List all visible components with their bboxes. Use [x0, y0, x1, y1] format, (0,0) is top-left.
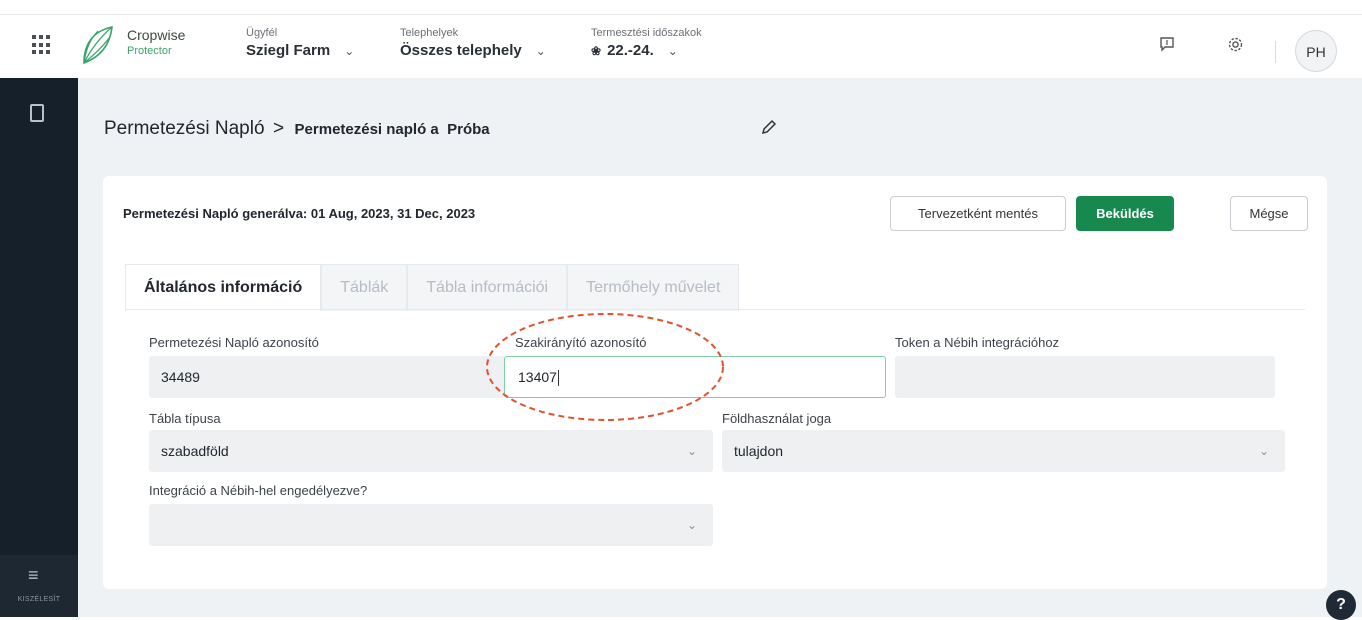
- chevron-down-icon: ⌄: [667, 44, 678, 58]
- header-divider: [1275, 41, 1276, 63]
- sidebar: ≡ KISZÉLESÍT: [0, 78, 78, 617]
- integration-label: Integráció a Nébih-hel engedélyezve?: [149, 483, 368, 498]
- token-field[interactable]: [895, 356, 1275, 398]
- chevron-down-icon: ⌄: [686, 518, 697, 532]
- chevron-down-icon: ⌄: [344, 44, 355, 58]
- integration-select[interactable]: ⌄: [149, 504, 713, 546]
- season-value: 22.-24.: [607, 42, 654, 59]
- tab-table-info[interactable]: Tábla információi: [407, 264, 568, 311]
- chevron-down-icon: ⌄: [1258, 444, 1269, 458]
- page-title: Permetezési napló a Próba: [294, 121, 490, 138]
- land-use-select[interactable]: tulajdon ⌄: [722, 430, 1285, 472]
- sprout-icon: ❀: [591, 44, 602, 58]
- help-button[interactable]: ?: [1326, 590, 1356, 620]
- field-type-value: szabadföld: [161, 443, 229, 459]
- field-type-label: Tábla típusa: [149, 411, 221, 426]
- season-label: Termesztési időszakok: [591, 27, 702, 39]
- edit-pencil-icon[interactable]: [760, 118, 778, 141]
- client-value: Sziegl Farm: [246, 42, 331, 59]
- season-selector[interactable]: Termesztési időszakok ❀ 22.-24. ⌄: [591, 27, 702, 62]
- cancel-button[interactable]: Mégse: [1230, 196, 1308, 231]
- breadcrumb-separator: >: [272, 118, 285, 139]
- tab-bar: Általános információ Táblák Tábla inform…: [125, 264, 740, 311]
- sites-label: Telephelyek: [400, 27, 459, 39]
- generated-info: Permetezési Napló generálva: 01 Aug, 202…: [123, 206, 476, 221]
- save-draft-button[interactable]: Tervezetként mentés: [890, 196, 1066, 231]
- top-bar: Cropwise Protector Ügyfél Sziegl Farm ⌄ T…: [0, 14, 1362, 79]
- land-use-label: Földhasználat joga: [722, 411, 832, 426]
- tab-site-operation[interactable]: Termőhely művelet: [567, 264, 740, 311]
- log-id-label: Permetezési Napló azonosító: [149, 335, 319, 350]
- logo-name: Cropwise: [127, 27, 186, 43]
- log-id-field[interactable]: 34489: [149, 356, 505, 398]
- expand-menu-icon: ≡: [28, 565, 39, 585]
- settings-icon[interactable]: [1227, 36, 1244, 58]
- client-selector[interactable]: Ügyfél Sziegl Farm ⌄: [246, 27, 354, 62]
- feedback-icon[interactable]: [1159, 36, 1175, 57]
- sites-value: Összes telephely: [400, 42, 522, 59]
- breadcrumb: Permetezési Napló > Permetezési napló a …: [104, 118, 490, 140]
- annotation-ellipse: [486, 313, 724, 421]
- avatar[interactable]: PH: [1295, 30, 1337, 72]
- sites-selector[interactable]: Telephelyek Összes telephely ⌄: [400, 27, 546, 62]
- tab-tables[interactable]: Táblák: [321, 264, 408, 311]
- logo-subname: Protector: [127, 45, 172, 57]
- chevron-down-icon: ⌄: [686, 444, 697, 458]
- cropwise-leaf-icon: [83, 25, 113, 65]
- apps-grid-icon[interactable]: [32, 35, 52, 55]
- sidebar-expand[interactable]: ≡ KISZÉLESÍT: [0, 555, 78, 617]
- logbook-icon[interactable]: [30, 104, 44, 122]
- token-label: Token a Nébih integrációhoz: [895, 335, 1060, 350]
- land-use-value: tulajdon: [734, 443, 784, 459]
- submit-button[interactable]: Beküldés: [1076, 196, 1174, 231]
- expand-label: KISZÉLESÍT: [17, 596, 61, 603]
- tab-general-info[interactable]: Általános információ: [125, 264, 322, 311]
- client-label: Ügyfél: [246, 27, 278, 39]
- field-type-select[interactable]: szabadföld ⌄: [149, 430, 713, 472]
- breadcrumb-root[interactable]: Permetezési Napló: [104, 118, 265, 139]
- chevron-down-icon: ⌄: [535, 44, 546, 58]
